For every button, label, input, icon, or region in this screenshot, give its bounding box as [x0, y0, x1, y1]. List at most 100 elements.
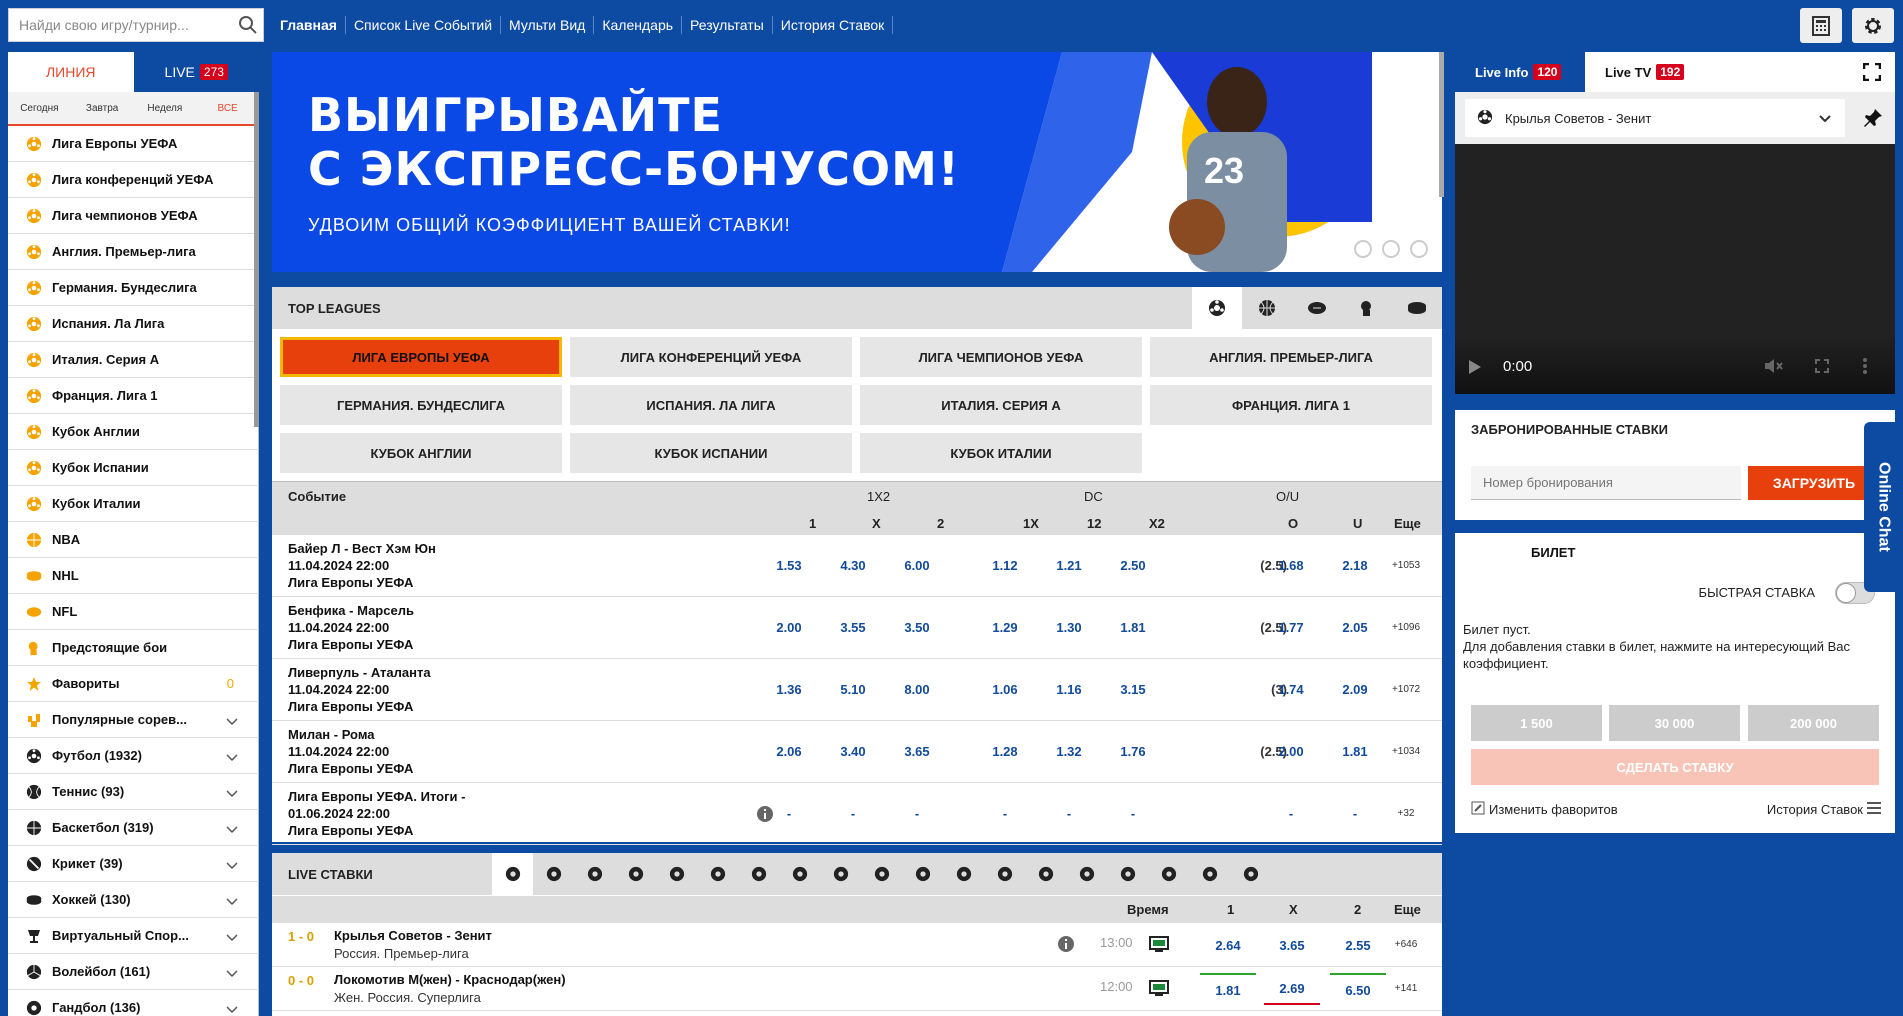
- odd-cell[interactable]: 1.16: [1044, 682, 1094, 697]
- sidebar-league-item[interactable]: Франция. Лига 1: [8, 378, 259, 414]
- soccer-icon[interactable]: [1192, 287, 1242, 329]
- odd-cell[interactable]: 2.50: [1108, 558, 1158, 573]
- event-info[interactable]: Бенфика - Марсель 11.04.2024 22:00 Лига Ев…: [288, 602, 414, 653]
- sidebar-sport-item[interactable]: Хоккей (130): [8, 882, 259, 918]
- sidebar-league-item[interactable]: NFL: [8, 594, 259, 630]
- boxing-icon[interactable]: [1342, 287, 1392, 329]
- amount-preset-1[interactable]: 1 500: [1471, 705, 1602, 741]
- odd-cell[interactable]: 1.81: [1108, 620, 1158, 635]
- odd-cell[interactable]: 1.76: [1108, 744, 1158, 759]
- event-info[interactable]: Милан - Рома 11.04.2024 22:00 Лига Европы …: [288, 726, 413, 777]
- banner-dot[interactable]: [1410, 240, 1428, 258]
- top-league-button[interactable]: КУБОК ИТАЛИИ: [860, 433, 1142, 473]
- odd-cell[interactable]: 3.50: [892, 620, 942, 635]
- promo-banner[interactable]: ВЫИГРЫВАЙТЕ С ЭКСПРЕСС-БОНУСОМ! УДВОИМ О…: [272, 52, 1442, 272]
- beach-soccer-icon[interactable]: [1066, 853, 1107, 895]
- top-league-button[interactable]: АНГЛИЯ. ПРЕМЬЕР-ЛИГА: [1150, 337, 1432, 377]
- odd-over[interactable]: -: [1266, 806, 1316, 821]
- place-bet-button[interactable]: СДЕЛАТЬ СТАВКУ: [1471, 749, 1879, 785]
- odd-over[interactable]: 2.00: [1266, 744, 1316, 759]
- chevron-down-icon[interactable]: [226, 714, 238, 729]
- rugby-icon[interactable]: [1025, 853, 1066, 895]
- top-league-button[interactable]: КУБОК АНГЛИИ: [280, 433, 562, 473]
- odd-under[interactable]: 2.18: [1330, 558, 1380, 573]
- tab-live[interactable]: LIVE 273: [133, 52, 259, 92]
- nav-main[interactable]: Главная: [280, 16, 346, 34]
- odd-cell[interactable]: 1.30: [1044, 620, 1094, 635]
- odd-cell[interactable]: 1.29: [980, 620, 1030, 635]
- trophy-icon[interactable]: [697, 853, 738, 895]
- live-odd-cell[interactable]: 3.65: [1264, 929, 1320, 961]
- odd-cell[interactable]: 1.12: [980, 558, 1030, 573]
- odd-cell[interactable]: 3.15: [1108, 682, 1158, 697]
- tennis-icon[interactable]: [533, 853, 574, 895]
- chevron-down-icon[interactable]: [226, 822, 238, 837]
- sidebar-league-item[interactable]: Лига Европы УЕФА: [8, 126, 259, 162]
- odd-under[interactable]: 1.81: [1330, 744, 1380, 759]
- more-markets[interactable]: +1053: [1386, 560, 1426, 571]
- banner-dot[interactable]: [1354, 240, 1372, 258]
- event-info[interactable]: Байер Л - Вест Хэм Юн 11.04.2024 22:00 Лиг…: [288, 540, 436, 591]
- sidebar-league-item[interactable]: Италия. Серия A: [8, 342, 259, 378]
- filter-tomorrow[interactable]: Завтра: [71, 103, 134, 114]
- odd-cell[interactable]: -: [892, 806, 942, 821]
- live-event-row[interactable]: 1 - 0 Крылья Советов - Зенит Россия. Премь…: [272, 923, 1442, 967]
- futsal-icon[interactable]: [943, 853, 984, 895]
- odd-cell[interactable]: 1.36: [764, 682, 814, 697]
- odd-cell[interactable]: -: [1044, 806, 1094, 821]
- esports-icon[interactable]: [615, 853, 656, 895]
- boxing-icon[interactable]: [1189, 853, 1230, 895]
- video-player[interactable]: 0:00: [1455, 144, 1895, 394]
- edit-favorites-link[interactable]: Изменить фаворитов: [1471, 801, 1618, 818]
- sidebar-league-item[interactable]: Кубок Англии: [8, 414, 259, 450]
- odd-cell[interactable]: 1.21: [1044, 558, 1094, 573]
- odd-cell[interactable]: 3.65: [892, 744, 942, 759]
- handball-icon[interactable]: [779, 853, 820, 895]
- sidebar-scrollbar[interactable]: [254, 92, 259, 427]
- load-booking-button[interactable]: ЗАГРУЗИТЬ: [1748, 466, 1880, 500]
- top-league-button[interactable]: ФРАНЦИЯ. ЛИГА 1: [1150, 385, 1432, 425]
- basketball-icon[interactable]: [574, 853, 615, 895]
- odd-over[interactable]: 1.68: [1266, 558, 1316, 573]
- live-odd-cell[interactable]: 6.50: [1330, 973, 1386, 1005]
- sidebar-sport-item[interactable]: Виртуальный Спор...: [8, 918, 259, 954]
- top-league-button[interactable]: ИСПАНИЯ. ЛА ЛИГА: [570, 385, 852, 425]
- odd-cell[interactable]: 1.28: [980, 744, 1030, 759]
- more-markets[interactable]: +1072: [1386, 684, 1426, 695]
- calculator-button[interactable]: [1800, 8, 1842, 43]
- more-options-icon[interactable]: [1863, 358, 1867, 377]
- odd-cell[interactable]: -: [764, 806, 814, 821]
- settings-button[interactable]: [1852, 8, 1894, 43]
- sidebar-league-item[interactable]: Испания. Ла Лига: [8, 306, 259, 342]
- badminton-icon[interactable]: [1107, 853, 1148, 895]
- odd-cell[interactable]: 1.32: [1044, 744, 1094, 759]
- top-league-button[interactable]: ЛИГА ЧЕМПИОНОВ УЕФА: [860, 337, 1142, 377]
- more-markets[interactable]: +141: [1386, 983, 1426, 994]
- live-odd-cell[interactable]: 2.64: [1200, 929, 1256, 961]
- sidebar-league-item[interactable]: Кубок Италии: [8, 486, 259, 522]
- odd-cell[interactable]: 3.40: [828, 744, 878, 759]
- odd-cell[interactable]: 4.30: [828, 558, 878, 573]
- tv-icon[interactable]: [1149, 936, 1169, 955]
- sidebar-league-item[interactable]: Лига конференций УЕФА: [8, 162, 259, 198]
- odd-under[interactable]: -: [1330, 806, 1380, 821]
- chevron-down-icon[interactable]: [226, 1002, 238, 1016]
- sidebar-sport-item[interactable]: Гандбол (136): [8, 990, 259, 1016]
- info-icon[interactable]: [1057, 935, 1075, 956]
- filter-all[interactable]: ВСЕ: [196, 103, 259, 114]
- waterpolo-icon[interactable]: [1148, 853, 1189, 895]
- odd-cell[interactable]: 5.10: [828, 682, 878, 697]
- sidebar-sport-item[interactable]: Теннис (93): [8, 774, 259, 810]
- odd-under[interactable]: 2.05: [1330, 620, 1380, 635]
- fullscreen-icon[interactable]: [1862, 62, 1882, 84]
- sidebar-league-item[interactable]: Англия. Премьер-лига: [8, 234, 259, 270]
- sidebar-sport-item[interactable]: Популярные сорев...: [8, 702, 259, 738]
- more-markets[interactable]: +1096: [1386, 622, 1426, 633]
- top-league-button[interactable]: ЛИГА КОНФЕРЕНЦИЙ УЕФА: [570, 337, 852, 377]
- odd-cell[interactable]: 1.53: [764, 558, 814, 573]
- odd-cell[interactable]: -: [828, 806, 878, 821]
- basketball-3x3-icon[interactable]: [984, 853, 1025, 895]
- odd-cell[interactable]: 6.00: [892, 558, 942, 573]
- amount-preset-3[interactable]: 200 000: [1748, 705, 1879, 741]
- search-icon[interactable]: [233, 15, 263, 35]
